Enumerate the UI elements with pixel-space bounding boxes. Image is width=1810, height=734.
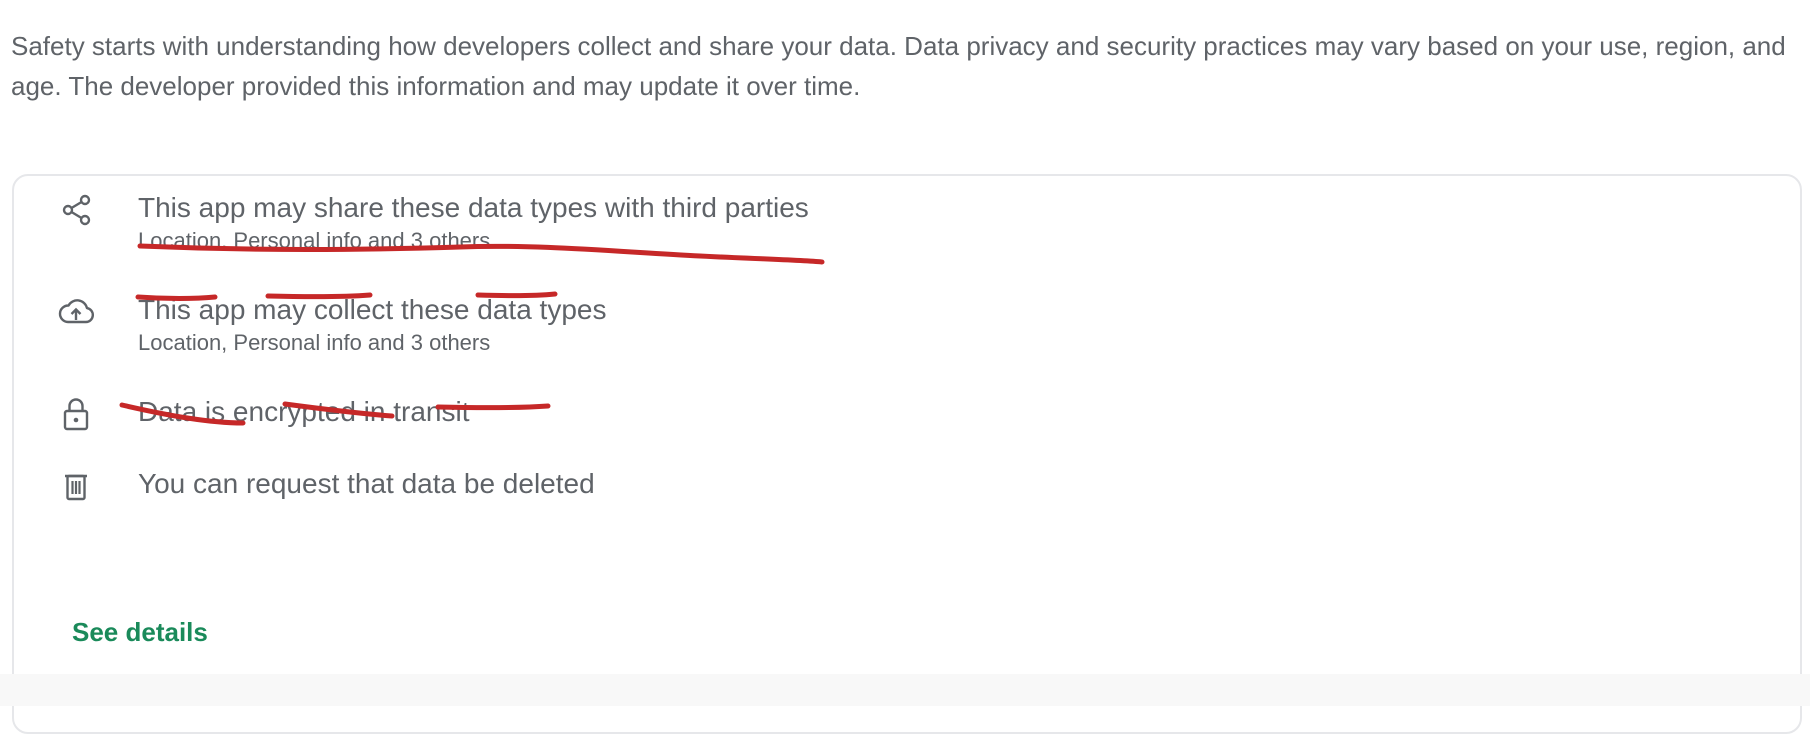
data-safety-card: This app may share these data types with… [12,174,1802,734]
data-safety-intro: Safety starts with understanding how dev… [11,31,1786,101]
data-collection-subtitle: Location, Personal info and 3 others [138,330,491,355]
data-sharing-title: This app may share these data types with… [138,192,809,223]
see-details-link[interactable]: See details [72,616,208,648]
deletion-title: You can request that data be deleted [138,468,595,499]
cloud-upload-icon [56,292,96,332]
data-sharing-subtitle: Location, Personal info and 3 others [138,228,491,253]
encryption-title: Data is encrypted in transit [138,396,470,427]
share-icon [56,190,96,230]
page-bottom-strip [0,674,1810,706]
data-collection-title: This app may collect these data types [138,294,607,325]
trash-icon [56,466,96,506]
lock-icon [56,394,96,434]
